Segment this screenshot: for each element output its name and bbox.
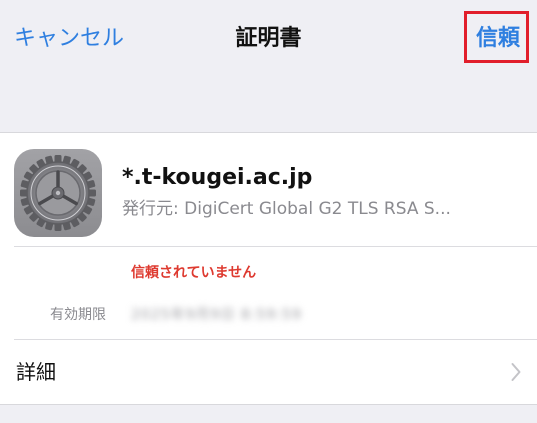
navigation-bar: キャンセル 証明書 信頼 [0, 0, 537, 132]
certificate-issuer: 発行元: DigiCert Global G2 TLS RSA S... [122, 199, 451, 219]
page-title: 証明書 [235, 26, 302, 51]
gear-icon [14, 149, 102, 237]
trust-status-warning: 信頼されていません [131, 265, 257, 281]
chevron-right-icon [511, 363, 521, 381]
details-row[interactable]: 詳細 [0, 340, 537, 404]
trust-button[interactable]: 信頼 [476, 22, 520, 56]
expiry-value: 2025年9月9日 8:59:59 [131, 307, 302, 323]
details-label: 詳細 [16, 360, 56, 384]
expiry-label: 有効期限 [50, 307, 106, 323]
certificate-card: *.t-kougei.ac.jp 発行元: DigiCert Global G2… [0, 132, 537, 405]
divider [14, 246, 537, 247]
certificate-name: *.t-kougei.ac.jp [122, 165, 313, 190]
